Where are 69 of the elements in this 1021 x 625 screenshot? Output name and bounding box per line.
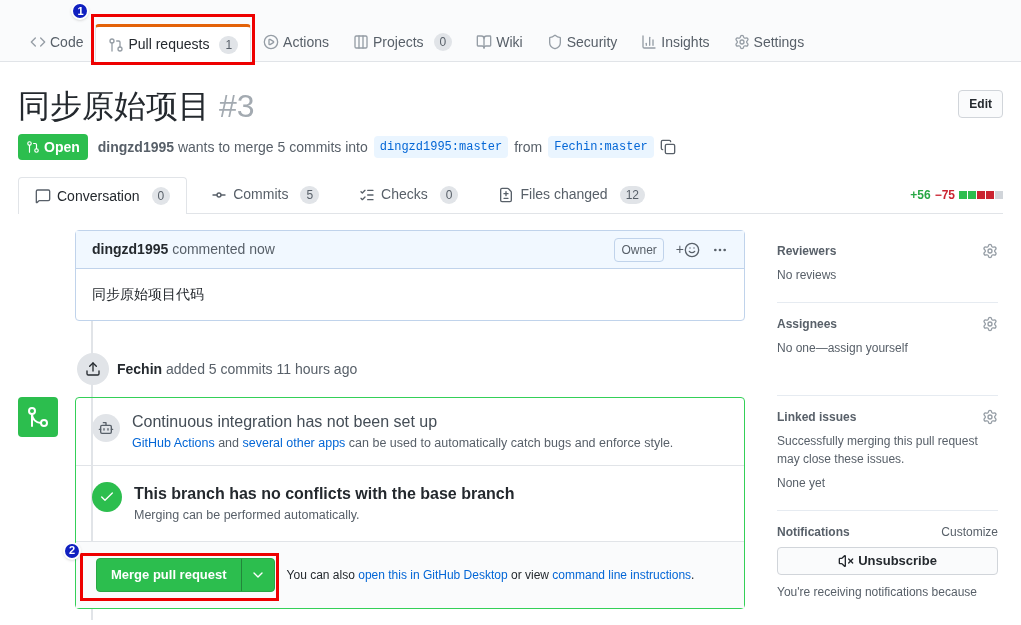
copy-icon[interactable] xyxy=(659,139,676,155)
customize-link[interactable]: Customize xyxy=(941,523,998,541)
repo-tab[interactable]: Code xyxy=(18,23,96,61)
sidebar-heading: Assignees xyxy=(777,316,838,333)
edit-button[interactable]: Edit xyxy=(958,90,1003,118)
sidebar-text: None yet xyxy=(777,475,827,492)
code-icon xyxy=(30,34,46,50)
pr-summary: dingzd1995 wants to merge 5 commits into xyxy=(97,137,368,157)
gear-icon xyxy=(733,34,750,50)
merge-status-subtitle: Merging can be performed automatically. xyxy=(134,506,361,524)
link[interactable]: GitHub Actions xyxy=(132,436,215,450)
gear-icon[interactable] xyxy=(982,316,998,332)
sidebar-text: You're receiving notifications because xyxy=(777,584,978,601)
merge-icon xyxy=(18,397,58,437)
gear-icon[interactable] xyxy=(982,409,998,425)
deletions-count: −75 xyxy=(934,186,955,204)
pr-tab[interactable]: Commits 5 xyxy=(195,176,336,213)
repo-tab[interactable]: Wiki xyxy=(464,23,535,61)
counter: 0 xyxy=(439,185,459,204)
project-board-icon xyxy=(353,34,369,50)
muted-speaker-icon xyxy=(838,553,855,569)
play-icon xyxy=(263,34,280,50)
commit-event-text: Fechin added 5 commits 11 hours ago xyxy=(117,359,358,379)
ci-title: Continuous integration has not been set up xyxy=(132,412,439,432)
counter: 5 xyxy=(300,185,320,204)
branch-label[interactable]: dingzd1995:master xyxy=(373,136,509,158)
file-diff-icon xyxy=(498,186,515,203)
pr-tab[interactable]: Files changed 12 xyxy=(482,176,661,213)
add-reaction-button[interactable]: + xyxy=(675,239,700,260)
gear-icon[interactable] xyxy=(982,243,998,259)
additions-count: +56 xyxy=(910,186,931,204)
sidebar-heading: Reviewers xyxy=(777,243,837,260)
comment-header-text: dingzd1995 commented now xyxy=(92,240,275,259)
repo-tab[interactable]: Settings xyxy=(721,23,817,61)
book-icon xyxy=(476,34,493,50)
merge-status-title: This branch has no conflicts with the base branch xyxy=(134,483,515,504)
branch-label[interactable]: Fechin:master xyxy=(548,136,654,158)
counter: 1 xyxy=(219,35,239,54)
bar-graph-icon xyxy=(641,34,658,50)
pr-tab[interactable]: Checks 0 xyxy=(343,176,475,213)
annotation-number: 2 xyxy=(63,541,81,560)
unsubscribe-button[interactable]: Unsubscribe xyxy=(777,547,998,575)
shield-icon xyxy=(546,34,563,50)
merge-alternatives-text: You can also open this in GitHub Desktop or view command line instructions. xyxy=(286,566,695,584)
link[interactable]: several other apps xyxy=(242,436,346,450)
link[interactable]: open this in GitHub Desktop xyxy=(358,567,508,582)
sidebar-text: No reviews xyxy=(777,267,838,284)
repo-tab[interactable]: Insights xyxy=(629,23,722,61)
comment-icon xyxy=(35,188,51,204)
sidebar-text: No one—assign yourself xyxy=(777,340,909,357)
role-label: Owner xyxy=(614,237,664,262)
counter: 0 xyxy=(151,187,171,205)
annotation-number: 1 xyxy=(71,2,90,20)
status-badge: Open xyxy=(18,134,88,160)
pr-tab[interactable]: Conversation 0 xyxy=(18,177,188,214)
from-text: from xyxy=(514,137,543,157)
repo-tab[interactable]: Security xyxy=(534,23,630,61)
repo-tab[interactable]: Pull requests 1 xyxy=(95,24,252,62)
counter: 12 xyxy=(619,185,645,204)
ci-description: GitHub Actions and several other apps can be used to automatically catch bugs and enforce style. xyxy=(132,435,674,452)
pull-request-icon xyxy=(108,36,125,53)
pr-title: 同步原始项目 #3 xyxy=(18,87,255,126)
counter: 0 xyxy=(433,33,453,51)
sidebar-heading: Linked issues xyxy=(777,409,857,426)
repo-tab[interactable]: Actions xyxy=(251,23,341,61)
sidebar-heading: Notifications xyxy=(777,524,850,541)
comment-body: 同步原始项目代码 xyxy=(91,285,205,304)
repo-tab[interactable]: Projects 0 xyxy=(341,23,465,61)
sidebar-text: Successfully merging this pull request may close these issues. xyxy=(777,433,979,468)
